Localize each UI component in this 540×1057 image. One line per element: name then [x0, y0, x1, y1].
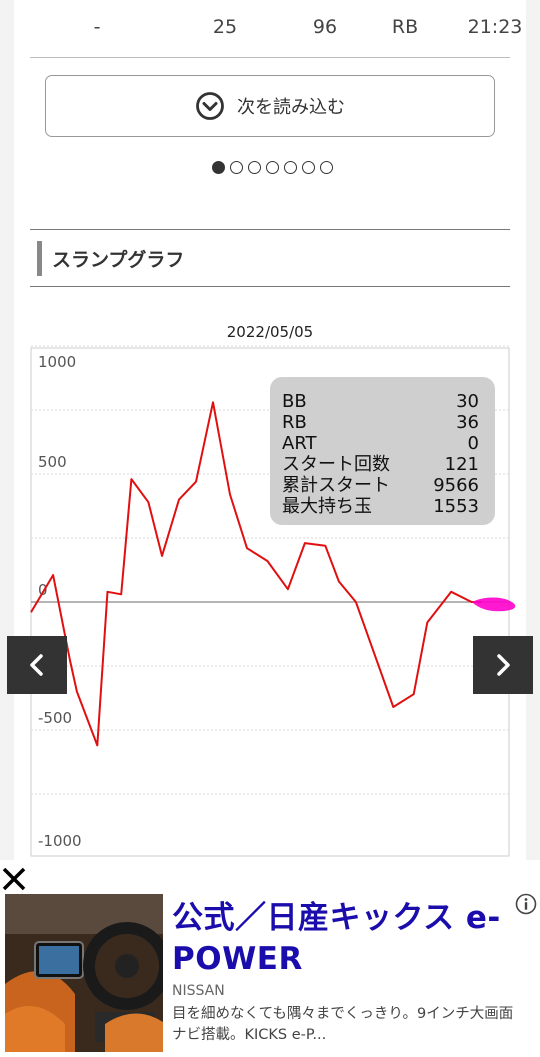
- info-label: 累計スタート: [282, 475, 390, 496]
- chevron-left-icon: [30, 654, 43, 676]
- info-label: RB: [282, 412, 307, 433]
- y-tick-label: -500: [38, 709, 72, 727]
- row-cell-3: 96: [312, 16, 338, 38]
- car-interior-image: [5, 894, 163, 1052]
- pagination-dot[interactable]: [266, 161, 279, 174]
- y-tick-label: -1000: [38, 832, 82, 850]
- y-tick-label: 500: [38, 453, 67, 471]
- row-cell-1: -: [93, 16, 101, 38]
- y-tick-label: 1000: [38, 353, 76, 371]
- info-value: 1553: [433, 496, 479, 517]
- load-more-button[interactable]: 次を読み込む: [45, 75, 495, 137]
- info-value: 36: [456, 412, 479, 433]
- info-label: ART: [282, 433, 318, 454]
- prev-graph-button[interactable]: [7, 636, 67, 694]
- pagination-dot[interactable]: [230, 161, 243, 174]
- ad-description: 目を細めなくても隅々までくっきり。9インチ大画面ナビ搭載。KICKS e-P..…: [172, 1006, 514, 1043]
- ad-banner: 公式／日産キックス e-POWER NISSAN 目を細めなくても隅々までくっき…: [0, 860, 540, 1057]
- ad-image[interactable]: [5, 894, 163, 1052]
- chart-title: 2022/05/05: [226, 323, 314, 341]
- info-label: BB: [282, 391, 307, 412]
- info-value: 9566: [433, 475, 479, 496]
- row-cell-2: 25: [212, 16, 238, 38]
- info-label: 最大持ち玉: [282, 496, 372, 517]
- info-box: BB 30 RB 36 ART 0 スタート回数 121 累計スタート 9566 最大持ち玉 1553: [270, 377, 495, 525]
- info-value: 30: [456, 391, 479, 412]
- pagination-dot[interactable]: [320, 161, 333, 174]
- info-value: 121: [445, 454, 479, 475]
- row-cell-type: RB: [391, 16, 419, 38]
- row-cell-time: 21:23: [467, 16, 523, 38]
- pagination-dot[interactable]: [284, 161, 297, 174]
- section-header: スランプグラフ: [30, 229, 510, 287]
- pagination-dot[interactable]: [302, 161, 315, 174]
- slump-graph: 10005000-500-1000 12:0015:0018:0021:00 B…: [30, 345, 516, 880]
- next-graph-button[interactable]: [473, 636, 533, 694]
- info-label: スタート回数: [282, 454, 390, 475]
- history-table-row: - 25 96 RB 21:23: [30, 0, 522, 58]
- section-header-bar: [37, 241, 42, 276]
- close-icon[interactable]: [0, 863, 30, 893]
- ad-brand: NISSAN: [172, 983, 225, 999]
- pagination-dot[interactable]: [212, 161, 225, 174]
- ad-title-link[interactable]: 公式／日産キックス e-POWER: [172, 898, 522, 980]
- chevron-circle-down-icon: [196, 92, 224, 120]
- info-value: 0: [468, 433, 479, 454]
- section-title: スランプグラフ: [52, 249, 185, 271]
- chevron-right-icon: [497, 654, 510, 676]
- pagination-dots: [212, 161, 333, 174]
- load-more-label: 次を読み込む: [237, 97, 345, 118]
- pagination-dot[interactable]: [248, 161, 261, 174]
